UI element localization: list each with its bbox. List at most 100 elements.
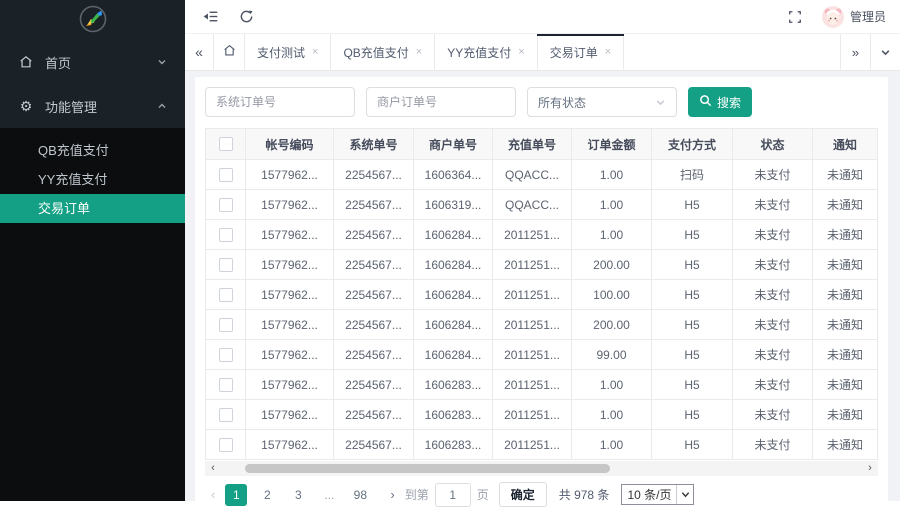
sidebar-item-trade-orders[interactable]: 交易订单: [0, 194, 185, 223]
row-checkbox[interactable]: [219, 168, 233, 182]
notify-badge: 未通知: [813, 190, 878, 220]
sidebar-item-label: 首页: [45, 53, 71, 72]
col-merchant-no: 商户单号: [414, 129, 493, 160]
scroll-right-icon[interactable]: ›: [862, 461, 878, 476]
username-label[interactable]: 管理员: [850, 8, 886, 25]
page-ellipsis: ...: [318, 484, 340, 506]
prev-page-icon[interactable]: ‹: [211, 487, 215, 502]
orders-table: 帐号编码 系统单号 商户单号 充值单号 订单金额 支付方式 状态 通知 1577…: [205, 128, 878, 460]
pay-method: H5: [652, 220, 733, 250]
goto-label: 到第: [405, 486, 429, 503]
chevron-down-icon: [157, 57, 167, 67]
pay-method: H5: [652, 430, 733, 460]
close-icon[interactable]: ×: [416, 46, 422, 58]
status-badge: 未支付: [733, 280, 813, 310]
goto-page-input[interactable]: [435, 483, 471, 507]
tab-qb-recharge[interactable]: QB充值支付 ×: [331, 34, 435, 70]
status-badge: 未支付: [733, 400, 813, 430]
status-badge: 未支付: [733, 370, 813, 400]
home-icon: [223, 44, 236, 60]
sidebar-item-label: 功能管理: [45, 97, 97, 116]
row-checkbox[interactable]: [219, 258, 233, 272]
close-icon[interactable]: ×: [605, 46, 611, 58]
pay-method: H5: [652, 370, 733, 400]
page-3[interactable]: 3: [287, 484, 309, 506]
table-row: 1577962... 2254567... 1606284... 2011251…: [206, 340, 878, 370]
orders-card: 所有状态 搜索: [195, 77, 888, 501]
row-checkbox[interactable]: [219, 198, 233, 212]
row-checkbox[interactable]: [219, 378, 233, 392]
pay-method: H5: [652, 400, 733, 430]
chevron-up-icon: [157, 101, 167, 111]
scroll-left-icon[interactable]: ‹: [205, 461, 221, 476]
notify-badge: 未通知: [813, 250, 878, 280]
confirm-button[interactable]: 确定: [499, 482, 547, 507]
row-checkbox[interactable]: [219, 288, 233, 302]
page-2[interactable]: 2: [256, 484, 278, 506]
sidebar-item-home[interactable]: 首页: [0, 40, 185, 84]
system-order-input[interactable]: [205, 87, 355, 117]
row-checkbox[interactable]: [219, 408, 233, 422]
col-recharge-no: 充值单号: [493, 129, 572, 160]
select-all-checkbox[interactable]: [219, 137, 233, 151]
status-select[interactable]: 所有状态: [527, 87, 677, 117]
row-checkbox[interactable]: [219, 348, 233, 362]
tabbar: « 支付测试 × QB充值支付 × YY充值支付 × 交易订单 × »: [185, 34, 900, 71]
scrollbar-thumb[interactable]: [245, 464, 610, 473]
table-header-row: 帐号编码 系统单号 商户单号 充值单号 订单金额 支付方式 状态 通知: [206, 129, 878, 160]
tabs-menu-icon[interactable]: [870, 34, 900, 70]
main-area: 管理员 « 支付测试 × QB充值支付 × YY充值支付 × 交易订单 ×: [185, 0, 900, 501]
status-badge: 未支付: [733, 190, 813, 220]
status-badge: 未支付: [733, 310, 813, 340]
close-icon[interactable]: ×: [312, 46, 318, 58]
row-checkbox[interactable]: [219, 318, 233, 332]
search-button[interactable]: 搜索: [688, 87, 752, 117]
tab-trade-orders[interactable]: 交易订单 ×: [538, 34, 624, 70]
col-account: 帐号编码: [246, 129, 334, 160]
pay-method: 扫码: [652, 160, 733, 190]
next-page-icon[interactable]: ›: [390, 487, 394, 502]
pagination: ‹ 1 2 3 ... 98 › 到第 页 确定 共 978 条 10 条/页: [205, 476, 878, 507]
row-checkbox[interactable]: [219, 438, 233, 452]
sidebar-item-qb-recharge[interactable]: QB充值支付: [0, 136, 185, 165]
notify-badge: 未通知: [813, 220, 878, 250]
refresh-icon[interactable]: [235, 6, 257, 28]
table-row: 1577962... 2254567... 1606284... 2011251…: [206, 220, 878, 250]
pay-method: H5: [652, 190, 733, 220]
table-row: 1577962... 2254567... 1606364... QQACC..…: [206, 160, 878, 190]
tabs-scroll-right-icon[interactable]: »: [840, 34, 870, 70]
page-98[interactable]: 98: [349, 484, 371, 506]
row-checkbox[interactable]: [219, 228, 233, 242]
col-amount: 订单金额: [572, 129, 652, 160]
chevron-down-icon: [655, 97, 666, 108]
page-1[interactable]: 1: [225, 484, 247, 506]
total-count: 共 978 条: [559, 486, 610, 503]
pay-method: H5: [652, 280, 733, 310]
page-size-select[interactable]: 10 条/页: [621, 484, 694, 505]
merchant-order-input[interactable]: [366, 87, 516, 117]
pay-method: H5: [652, 250, 733, 280]
chevron-down-icon: [676, 485, 693, 504]
sidebar-item-function-mgmt[interactable]: ⚙ 功能管理: [0, 84, 185, 128]
user-avatar[interactable]: [822, 6, 844, 28]
sidebar-submenu: QB充值支付 YY充值支付 交易订单: [0, 128, 185, 223]
tab-yy-recharge[interactable]: YY充值支付 ×: [435, 34, 537, 70]
close-icon[interactable]: ×: [518, 46, 524, 58]
fullscreen-icon[interactable]: [784, 6, 806, 28]
tab-payment-test[interactable]: 支付测试 ×: [245, 34, 331, 70]
col-notify: 通知: [813, 129, 878, 160]
status-badge: 未支付: [733, 430, 813, 460]
collapse-sidebar-icon[interactable]: [199, 6, 221, 28]
table-row: 1577962... 2254567... 1606283... 2011251…: [206, 430, 878, 460]
tab-home[interactable]: [213, 34, 245, 70]
table-row: 1577962... 2254567... 1606284... 2011251…: [206, 280, 878, 310]
horizontal-scrollbar[interactable]: ‹ ›: [205, 461, 878, 476]
notify-badge: 未通知: [813, 280, 878, 310]
filter-row: 所有状态 搜索: [205, 87, 878, 117]
sidebar-item-yy-recharge[interactable]: YY充值支付: [0, 165, 185, 194]
table-row: 1577962... 2254567... 1606284... 2011251…: [206, 250, 878, 280]
notify-badge: 未通知: [813, 430, 878, 460]
table-row: 1577962... 2254567... 1606283... 2011251…: [206, 400, 878, 430]
col-status: 状态: [733, 129, 813, 160]
tabs-scroll-left-icon[interactable]: «: [185, 34, 213, 70]
